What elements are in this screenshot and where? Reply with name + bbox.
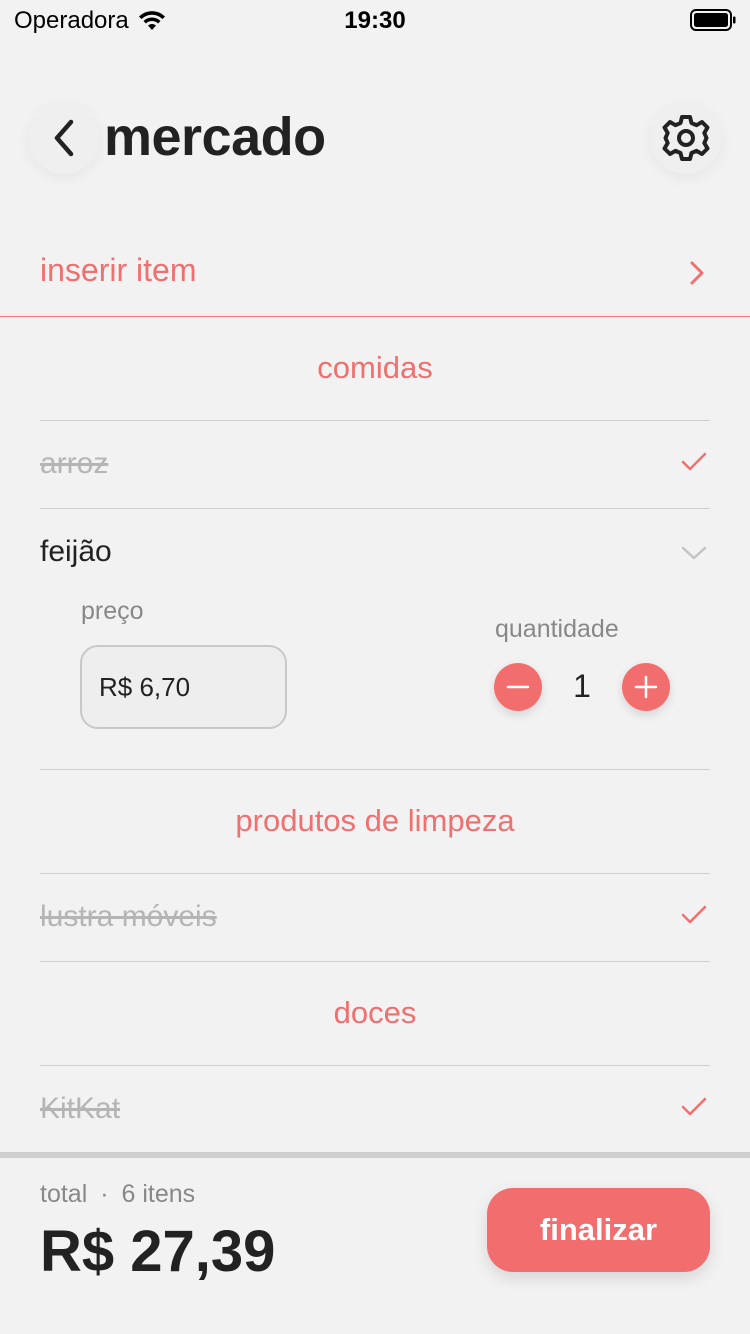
price-label: preço	[81, 597, 144, 625]
quantity-label: quantidade	[495, 615, 619, 643]
decrease-quantity-button[interactable]	[494, 663, 542, 711]
list-item-arroz[interactable]: arroz	[40, 421, 710, 509]
chevron-right-icon	[690, 261, 704, 285]
minus-icon	[506, 685, 530, 689]
check-icon[interactable]	[680, 451, 708, 473]
section-title-produtos-de-limpeza: produtos de limpeza	[235, 803, 515, 838]
price-input[interactable]: R$ 6,70	[80, 645, 287, 729]
settings-button[interactable]	[650, 102, 722, 174]
item-name: KitKat	[40, 1092, 121, 1125]
insert-item-label: inserir item	[40, 252, 197, 288]
list-item-lustra-moveis[interactable]: lustra móveis	[40, 874, 710, 962]
increase-quantity-button[interactable]	[622, 663, 670, 711]
plus-icon	[634, 675, 658, 699]
total-label: total	[40, 1180, 88, 1208]
footer: total · 6 itens R$ 27,39 finalizar	[0, 1158, 750, 1334]
total-value: R$ 27,39	[40, 1219, 276, 1284]
check-icon[interactable]	[680, 1096, 708, 1118]
item-name: lustra móveis	[40, 900, 217, 933]
section-title-comidas: comidas	[317, 350, 433, 385]
back-button[interactable]	[28, 102, 100, 174]
items-count: 6 itens	[121, 1180, 196, 1208]
gear-icon	[662, 115, 710, 161]
divider	[40, 769, 710, 770]
list-item-feijao[interactable]: feijão	[40, 509, 710, 597]
separator-dot: ·	[100, 1180, 109, 1208]
item-name: arroz	[40, 447, 109, 480]
check-icon[interactable]	[680, 904, 708, 926]
clock: 19:30	[344, 7, 406, 34]
chevron-down-icon[interactable]	[680, 545, 708, 561]
chevron-left-icon	[54, 119, 74, 157]
section-title-doces: doces	[333, 995, 417, 1030]
list-item-kitkat[interactable]: KitKat	[40, 1066, 710, 1154]
total-summary: total · 6 itens	[40, 1180, 195, 1209]
header: mercado	[0, 100, 750, 180]
divider	[40, 961, 710, 962]
status-bar: Operadora 19:30	[0, 0, 750, 40]
item-name: feijão	[40, 535, 112, 568]
quantity-value: 1	[573, 668, 591, 704]
finish-button[interactable]: finalizar	[487, 1188, 710, 1272]
insert-item-row[interactable]: inserir item	[0, 228, 750, 317]
battery-icon	[690, 9, 736, 31]
page-title: mercado	[104, 107, 326, 167]
